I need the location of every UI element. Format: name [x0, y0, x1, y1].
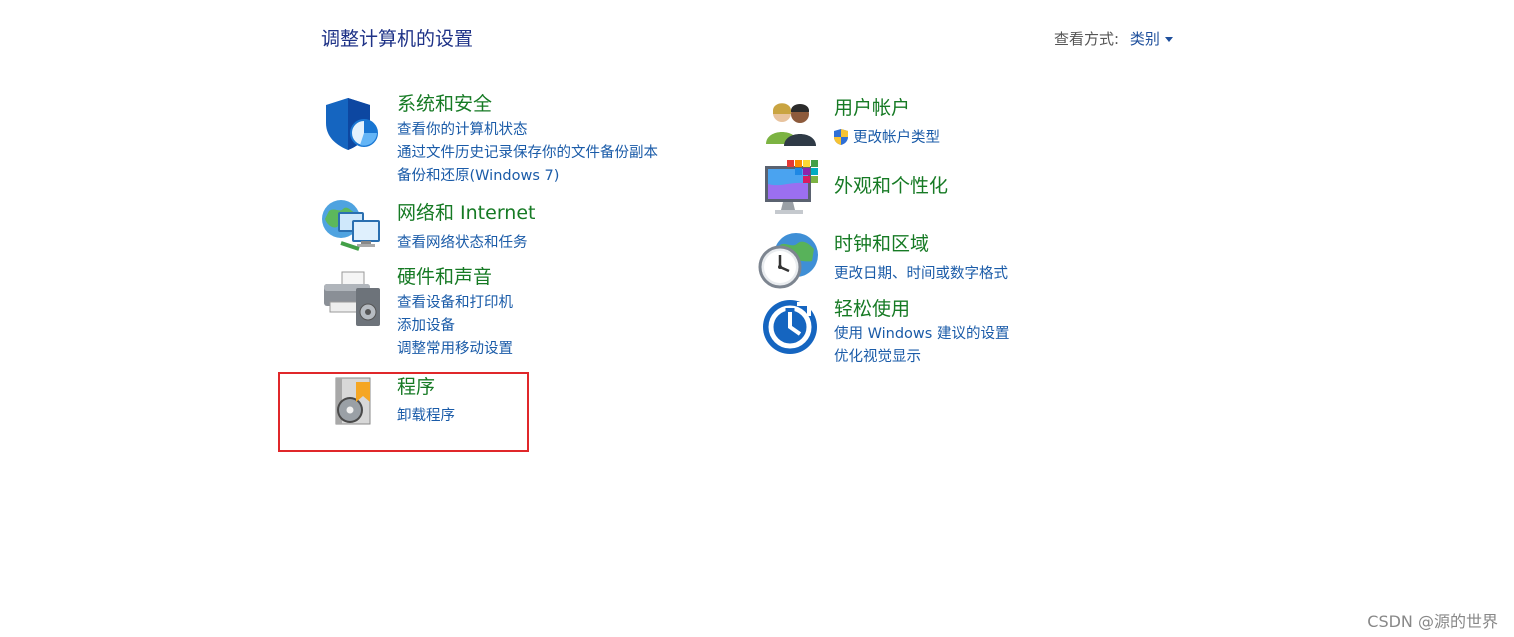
appearance-monitor-icon [765, 160, 818, 214]
link-optimize-visual-display[interactable]: 优化视觉显示 [834, 345, 921, 366]
highlight-box [278, 372, 529, 452]
link-mobility-settings[interactable]: 调整常用移动设置 [397, 337, 513, 358]
category-network-internet[interactable]: 网络和 Internet [397, 198, 535, 225]
ease-of-access-icon [763, 300, 817, 354]
link-recommended-settings[interactable]: 使用 Windows 建议的设置 [834, 322, 1009, 343]
category-hardware-sound[interactable]: 硬件和声音 [397, 262, 492, 289]
link-network-status[interactable]: 查看网络状态和任务 [397, 231, 528, 252]
clock-globe-icon [758, 233, 818, 289]
user-accounts-icon [766, 103, 816, 146]
view-by-control: 查看方式: 类别 [1054, 28, 1173, 49]
view-by-value: 类别 [1129, 30, 1160, 48]
link-backup-restore[interactable]: 备份和还原(Windows 7) [397, 164, 559, 185]
link-label: 更改帐户类型 [853, 130, 940, 146]
category-ease-of-access[interactable]: 轻松使用 [834, 294, 910, 321]
network-globe-icon [322, 200, 380, 251]
view-by-label: 查看方式: [1054, 30, 1120, 48]
view-by-dropdown[interactable]: 类别 [1130, 30, 1173, 48]
page-title: 调整计算机的设置 [321, 28, 474, 50]
category-appearance[interactable]: 外观和个性化 [834, 171, 948, 198]
link-view-computer-status[interactable]: 查看你的计算机状态 [397, 118, 528, 139]
link-date-time-format[interactable]: 更改日期、时间或数字格式 [834, 262, 1008, 283]
uac-shield-icon [834, 128, 848, 145]
category-clock-region[interactable]: 时钟和区域 [834, 229, 929, 256]
category-user-accounts[interactable]: 用户帐户 [834, 93, 910, 120]
category-system-security[interactable]: 系统和安全 [397, 89, 492, 116]
watermark: CSDN @源的世界 [1367, 612, 1498, 631]
printer-icon [324, 271, 380, 326]
link-devices-printers[interactable]: 查看设备和打印机 [397, 291, 513, 312]
shield-icon [326, 98, 378, 150]
link-add-device[interactable]: 添加设备 [397, 314, 455, 335]
link-file-history[interactable]: 通过文件历史记录保存你的文件备份副本 [397, 141, 658, 162]
link-change-account-type[interactable]: 更改帐户类型 [832, 126, 940, 147]
chevron-down-icon [1164, 37, 1173, 42]
